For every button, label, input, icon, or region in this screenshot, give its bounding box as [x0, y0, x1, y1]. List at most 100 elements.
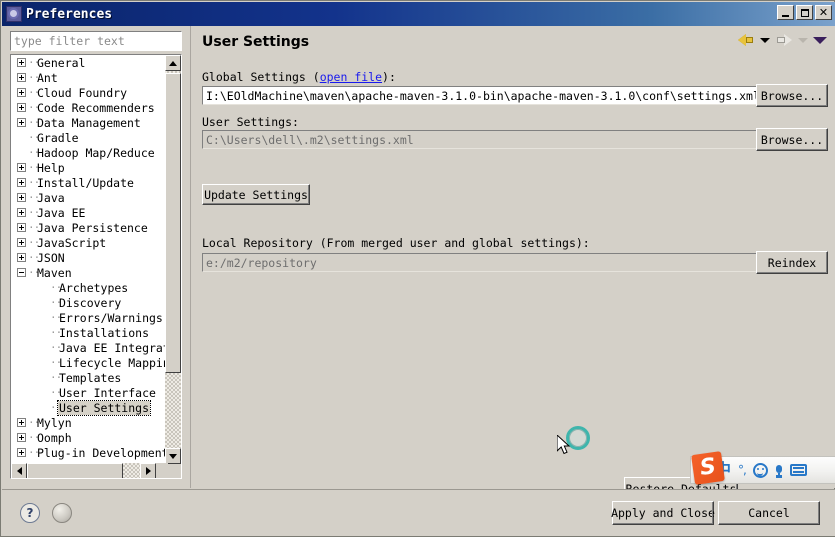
- global-settings-input[interactable]: I:\EOldMachine\maven\apache-maven-3.1.0-…: [202, 86, 761, 105]
- back-arrow-icon[interactable]: [737, 32, 755, 48]
- scroll-left-icon[interactable]: [11, 463, 27, 478]
- expand-icon[interactable]: [17, 73, 26, 82]
- vertical-scroll-thumb[interactable]: [165, 73, 181, 373]
- cancel-button[interactable]: Cancel: [718, 501, 820, 525]
- preferences-tree[interactable]: ·· General ·· Ant ·· Cloud Foundry ·· Code Reco…: [10, 54, 182, 479]
- scroll-down-icon[interactable]: [165, 448, 181, 464]
- sidebar-item-java-persistence[interactable]: ·· Java Persistence: [11, 220, 166, 235]
- sidebar-item-installations[interactable]: ·· Installations: [11, 325, 166, 340]
- sidebar-item-install-update[interactable]: ·· Install/Update: [11, 175, 166, 190]
- sidebar-item-javascript[interactable]: ·· JavaScript: [11, 235, 166, 250]
- sidebar-item-archetypes[interactable]: ·· Archetypes: [11, 280, 166, 295]
- grey-circle-icon[interactable]: [52, 503, 72, 523]
- view-menu-triangle-icon[interactable]: [813, 36, 827, 44]
- vertical-scroll-track[interactable]: [165, 71, 181, 448]
- open-file-link[interactable]: open file: [320, 70, 382, 84]
- microphone-icon[interactable]: [775, 464, 783, 476]
- sidebar-item-label: Discovery: [59, 295, 122, 310]
- sidebar-item-data-management[interactable]: ·· Data Management: [11, 115, 166, 130]
- gear-icon: [6, 6, 22, 22]
- sidebar-item-label: Lifecycle Mappings: [59, 355, 166, 370]
- horizontal-scroll-thumb[interactable]: [27, 463, 123, 478]
- expand-icon[interactable]: [17, 253, 26, 262]
- sidebar-item-label: Oomph: [37, 430, 72, 445]
- sidebar-item-general[interactable]: ·· General: [11, 55, 166, 70]
- apply-and-close-button[interactable]: Apply and Close: [611, 501, 715, 525]
- expand-icon[interactable]: [17, 448, 26, 457]
- expand-icon[interactable]: [17, 433, 26, 442]
- sidebar-item-user-settings[interactable]: ·· User Settings: [11, 399, 166, 416]
- scroll-up-icon[interactable]: [165, 55, 181, 71]
- sidebar-item-hadoop-map-reduce[interactable]: ·· Hadoop Map/Reduce: [11, 145, 166, 160]
- back-history-chevron-down-icon[interactable]: [760, 37, 770, 43]
- tree-vertical-scrollbar[interactable]: [165, 55, 181, 478]
- sidebar-item-cloud-foundry[interactable]: ·· Cloud Foundry: [11, 85, 166, 100]
- minimize-icon[interactable]: [777, 5, 794, 20]
- global-settings-label-prefix: Global Settings (: [202, 70, 320, 84]
- sidebar-item-user-interface[interactable]: ·· User Interface: [11, 385, 166, 400]
- forward-history-chevron-down-icon[interactable]: [798, 37, 808, 43]
- expand-icon[interactable]: [17, 208, 26, 217]
- sidebar-item-mylyn[interactable]: ·· Mylyn: [11, 415, 166, 430]
- sidebar-item-label: Data Management: [37, 115, 141, 130]
- sidebar-item-code-recommenders[interactable]: ·· Code Recommenders: [11, 100, 166, 115]
- sidebar-item-gradle[interactable]: ·· Gradle: [11, 130, 166, 145]
- expand-icon[interactable]: [17, 223, 26, 232]
- sidebar-item-plug-in-development[interactable]: ·· Plug-in Development: [11, 445, 166, 460]
- sidebar-item-lifecycle-mappings[interactable]: ··Lifecycle Mappings: [11, 355, 166, 370]
- sidebar-item-maven[interactable]: ·· Maven: [11, 265, 166, 280]
- global-settings-browse-button[interactable]: Browse...: [756, 84, 828, 107]
- horizontal-scroll-track[interactable]: [27, 463, 140, 478]
- tree-connector: ··: [28, 101, 40, 114]
- sidebar-item-json[interactable]: ·· JSON: [11, 250, 166, 265]
- expand-icon[interactable]: [17, 193, 26, 202]
- sidebar-item-errors-warnings[interactable]: ·· Errors/Warnings: [11, 310, 166, 325]
- window-title-bar[interactable]: Preferences ✕: [2, 2, 835, 26]
- sidebar-item-label: Mylyn: [37, 415, 72, 430]
- filter-placeholder: type filter text: [14, 34, 125, 48]
- keyboard-icon[interactable]: [789, 464, 807, 476]
- user-settings-input[interactable]: C:\Users\dell\.m2\settings.xml: [202, 130, 761, 149]
- sidebar-item-discovery[interactable]: ·· Discovery: [11, 295, 166, 310]
- sidebar-item-java-ee[interactable]: ·· Java EE: [11, 205, 166, 220]
- expand-icon[interactable]: [17, 238, 26, 247]
- reindex-button[interactable]: Reindex: [756, 251, 828, 274]
- sidebar-item-java[interactable]: ·· Java: [11, 190, 166, 205]
- ime-punctuation-button[interactable]: °,: [738, 464, 747, 476]
- forward-arrow-icon[interactable]: [775, 32, 793, 48]
- collapse-icon[interactable]: [17, 268, 26, 277]
- sidebar-item-help[interactable]: ·· Help: [11, 160, 166, 175]
- user-settings-browse-button[interactable]: Browse...: [756, 128, 828, 151]
- sidebar-item-java-ee-integratio[interactable]: ··Java EE Integratio: [11, 340, 166, 355]
- tree-connector: ··: [28, 161, 40, 174]
- maximize-icon[interactable]: [796, 5, 813, 20]
- expand-icon[interactable]: [17, 118, 26, 127]
- expand-icon[interactable]: [17, 103, 26, 112]
- global-settings-label-suffix: ):: [382, 70, 396, 84]
- expand-icon[interactable]: [17, 88, 26, 97]
- expand-icon[interactable]: [17, 178, 26, 187]
- expand-icon[interactable]: [17, 163, 26, 172]
- sidebar-item-ant[interactable]: ·· Ant: [11, 70, 166, 85]
- sidebar-item-templates[interactable]: ·· Templates: [11, 370, 166, 385]
- tree-horizontal-scrollbar[interactable]: [11, 463, 168, 478]
- expand-icon[interactable]: [17, 418, 26, 427]
- filter-input[interactable]: type filter text: [10, 31, 182, 51]
- user-settings-label: User Settings:: [202, 115, 299, 129]
- close-icon[interactable]: ✕: [815, 5, 832, 20]
- expand-icon[interactable]: [17, 58, 26, 67]
- sogou-logo-icon[interactable]: S: [691, 451, 725, 485]
- tree-connector: ··: [50, 371, 62, 384]
- scroll-right-icon[interactable]: [140, 463, 156, 478]
- help-question-icon[interactable]: ?: [20, 503, 40, 523]
- sidebar-item-label: User Interface: [59, 385, 156, 400]
- update-settings-button[interactable]: Update Settings: [202, 184, 310, 205]
- local-repository-input[interactable]: e:/m2/repository: [202, 253, 761, 272]
- smiley-icon[interactable]: [752, 462, 768, 478]
- sidebar-item-oomph[interactable]: ·· Oomph: [11, 430, 166, 445]
- sidebar-item-label: Installations: [59, 325, 150, 340]
